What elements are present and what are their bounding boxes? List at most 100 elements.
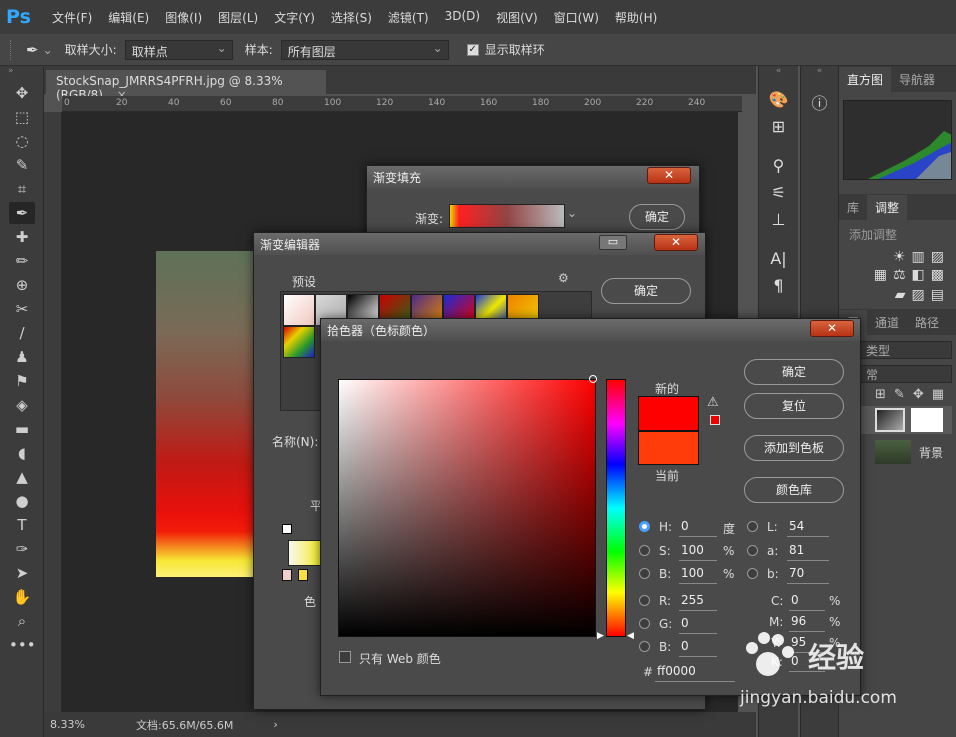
menu-item-2[interactable]: 图像(I) [157, 9, 210, 26]
color-field-cursor[interactable] [589, 375, 597, 383]
tab-histogram[interactable]: 直方图 [839, 67, 892, 92]
status-menu-arrow[interactable]: › [273, 718, 277, 731]
menu-item-5[interactable]: 选择(S) [323, 9, 380, 26]
preset-swatch[interactable] [283, 326, 315, 358]
stamp-icon[interactable]: ⊥ [759, 210, 798, 229]
s-input[interactable]: 100 [679, 543, 717, 561]
g-input[interactable]: 0 [679, 616, 717, 634]
healing-brush-tool-icon[interactable]: ✚ [9, 226, 35, 248]
b-lab-input[interactable]: 70 [787, 566, 829, 584]
quick-select-tool-icon[interactable]: ✎ [9, 154, 35, 176]
brush-tool-icon[interactable]: ✏ [9, 250, 35, 272]
color-picker-ok-button[interactable]: 确定 [744, 359, 844, 385]
document-tab[interactable]: StockSnap_JMRRS4PFRH.jpg @ 8.33%(RGB/8) … [46, 70, 326, 102]
radio-s[interactable] [639, 545, 650, 556]
c-input[interactable]: 0 [789, 593, 825, 611]
paragraph-icon[interactable]: ¶ [759, 276, 798, 295]
radio-b-lab[interactable] [747, 568, 758, 579]
color-libraries-button[interactable]: 颜色库 [744, 477, 844, 503]
character-icon[interactable]: A| [759, 249, 798, 268]
menu-item-0[interactable]: 文件(F) [44, 9, 100, 26]
radio-l[interactable] [747, 521, 758, 532]
eraser2-tool-icon[interactable]: ◈ [9, 394, 35, 416]
sharpen-tool-icon[interactable]: ▲ [9, 466, 35, 488]
gradient-editor-close-button[interactable]: ✕ [654, 234, 698, 251]
dodge-tool-icon[interactable]: ● [9, 490, 35, 512]
collapse-arrows-icon[interactable]: » [0, 66, 43, 80]
radio-b[interactable] [639, 641, 650, 652]
tab-adjustments[interactable]: 调整 [867, 195, 908, 220]
radio-brightness[interactable] [639, 568, 650, 579]
r-input[interactable]: 255 [679, 593, 717, 611]
marquee-tool-icon[interactable]: ⬚ [9, 106, 35, 128]
tab-channels[interactable]: 通道 [867, 310, 907, 335]
more-tools-icon[interactable]: ••• [9, 634, 36, 656]
menu-item-3[interactable]: 图层(L) [210, 9, 266, 26]
eyedropper-tool-icon[interactable]: ✒ [9, 202, 35, 224]
radio-r[interactable] [639, 595, 650, 606]
zoom-tool-icon[interactable]: ⌕ [9, 610, 35, 632]
tab-paths[interactable]: 路径 [907, 310, 947, 335]
tab-library[interactable]: 库 [839, 195, 867, 220]
menu-item-4[interactable]: 文字(Y) [266, 9, 323, 26]
reset-button[interactable]: 复位 [744, 393, 844, 419]
adjust-sliders-icon[interactable]: ⚟ [759, 183, 798, 202]
radio-h[interactable] [639, 521, 650, 532]
gradient-dropdown-icon[interactable]: ⌄ [567, 206, 577, 220]
presets-gear-icon[interactable]: ⚙ [558, 271, 569, 285]
gradient-tool-icon[interactable]: ▬ [9, 418, 35, 440]
out-of-gamut-warning-icon[interactable]: ⚠ [707, 395, 719, 410]
move-tool-icon[interactable]: ✥ [9, 82, 35, 104]
swatches-grid-icon[interactable]: ⊞ [759, 117, 798, 136]
type-tool-icon[interactable]: T [9, 514, 35, 536]
tab-navigator[interactable]: 导航器 [891, 67, 943, 92]
sample-size-select[interactable]: 取样点 [124, 39, 233, 60]
sample-select[interactable]: 所有图层 [280, 39, 449, 60]
menu-item-7[interactable]: 3D(D) [437, 9, 488, 26]
gradient-fill-ok-button[interactable]: 确定 [629, 204, 685, 230]
history-tool-icon[interactable]: ⚑ [9, 370, 35, 392]
stamp-tool-icon[interactable]: ⊕ [9, 274, 35, 296]
collapse-icon[interactable]: « [759, 66, 798, 78]
web-only-checkbox[interactable] [339, 651, 351, 663]
zoom-level[interactable]: 8.33% [50, 718, 120, 731]
preset-swatch[interactable] [283, 294, 315, 326]
color-palette-icon[interactable]: 🎨 [759, 90, 798, 109]
preset-chevron-icon[interactable]: ⌄ [43, 43, 53, 57]
brightness-input[interactable]: 100 [679, 566, 717, 584]
gradient-preview[interactable] [449, 204, 565, 228]
gradient-editor-ok-button[interactable]: 确定 [601, 278, 691, 304]
radio-a[interactable] [747, 545, 758, 556]
adjustment-icons-row3[interactable]: ▰▨▤ [839, 285, 956, 305]
info-icon[interactable]: ⓘ [801, 90, 838, 114]
brush-presets-icon[interactable]: ⚲ [759, 156, 798, 175]
menu-item-9[interactable]: 窗口(W) [546, 9, 607, 26]
current-color-swatch[interactable] [638, 431, 699, 465]
eyedropper-preset-icon[interactable]: ✒ [26, 41, 39, 59]
hue-slider-right-arrow[interactable]: ◀ [627, 631, 634, 641]
history-brush-tool-icon[interactable]: ✂ [9, 298, 35, 320]
opacity-stop-icon[interactable] [282, 524, 292, 534]
blur-tool-icon[interactable]: ◖ [9, 442, 35, 464]
pen-tool-icon[interactable]: ✑ [9, 538, 35, 560]
menu-item-6[interactable]: 滤镜(T) [380, 9, 437, 26]
minimize-button[interactable]: ▭ [599, 235, 627, 250]
path-select-tool-icon[interactable]: ➤ [9, 562, 35, 584]
crop-tool-icon[interactable]: ⌗ [9, 178, 35, 200]
hand-tool-icon[interactable]: ✋ [9, 586, 35, 608]
adjustment-icons-row2[interactable]: ▦⚖◧▩ [839, 265, 956, 285]
adjustment-icons-row1[interactable]: ☀▥▨ [839, 249, 956, 265]
radio-g[interactable] [639, 618, 650, 629]
menu-item-1[interactable]: 编辑(E) [100, 9, 157, 26]
b-input[interactable]: 0 [679, 639, 717, 657]
menu-item-8[interactable]: 视图(V) [488, 9, 546, 26]
eraser-tool-icon[interactable]: ∕ [9, 322, 35, 344]
hex-input[interactable]: ff0000 [655, 664, 735, 682]
l-input[interactable]: 54 [787, 519, 829, 537]
clone-stamp-tool-icon[interactable]: ♟ [9, 346, 35, 368]
collapse-icon-2[interactable]: « [801, 66, 838, 78]
color-field[interactable] [338, 379, 596, 637]
show-ring-checkbox[interactable]: ✓ [466, 43, 479, 56]
gamut-color-swatch[interactable] [710, 415, 720, 425]
color-stop-icon[interactable] [282, 569, 292, 581]
